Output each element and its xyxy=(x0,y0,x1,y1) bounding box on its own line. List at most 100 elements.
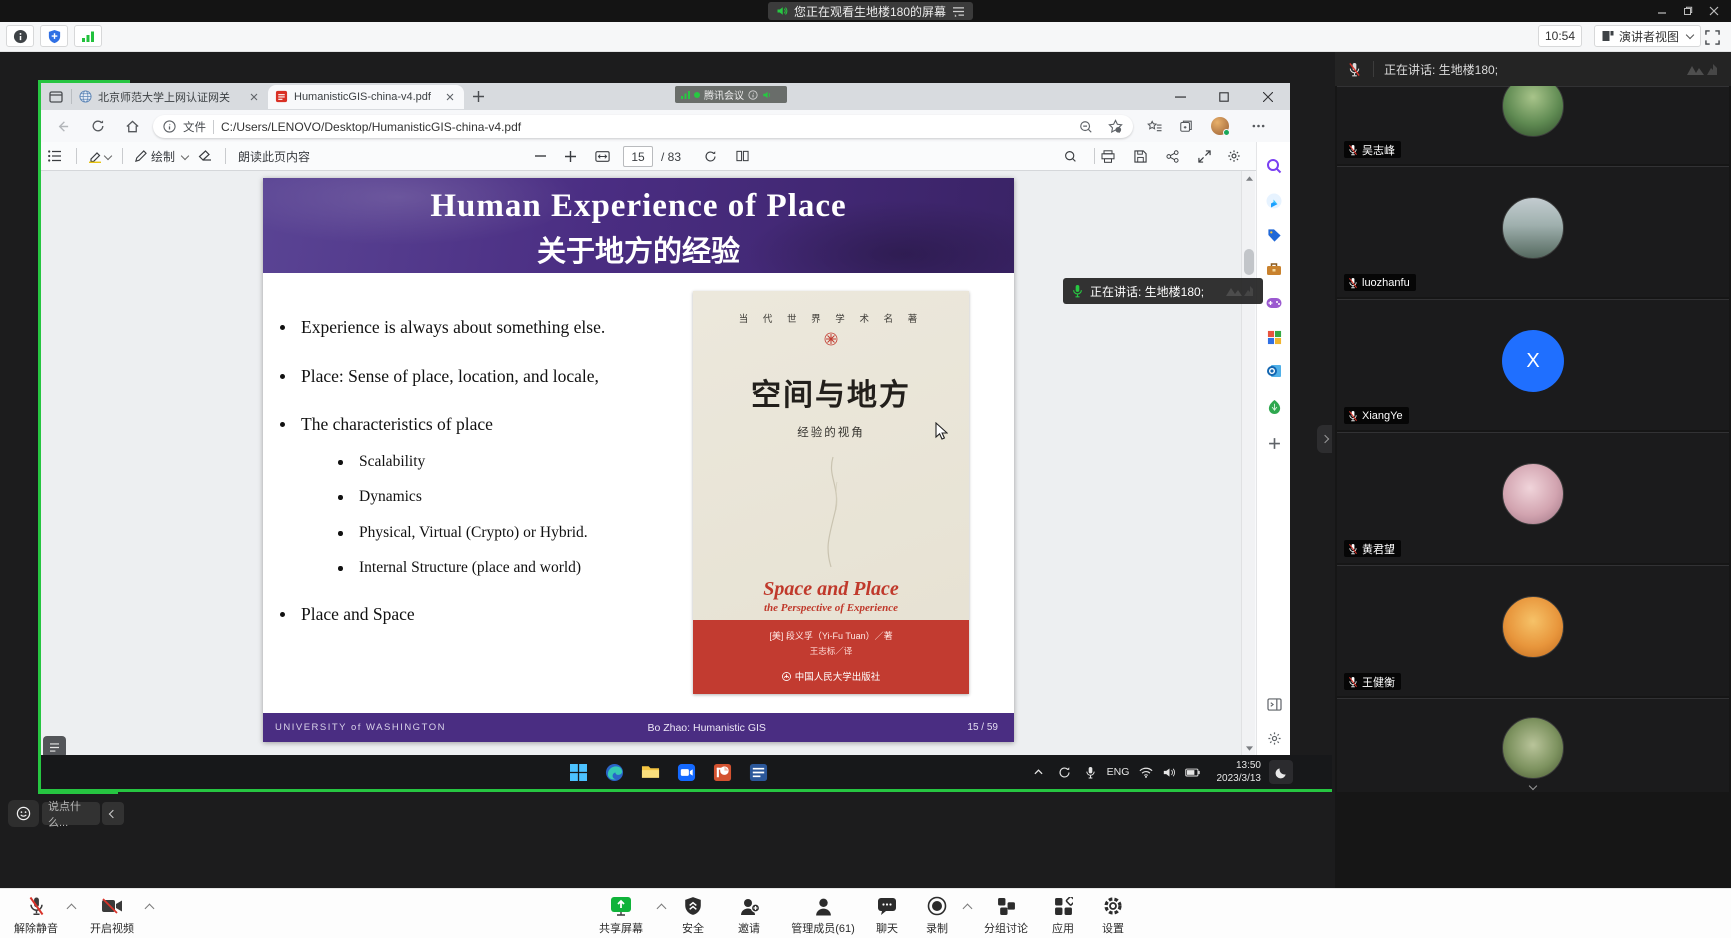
sidebar-office-icon[interactable] xyxy=(1264,327,1284,347)
sidebar-toolbox-icon[interactable] xyxy=(1264,259,1284,279)
taskbar-app-icon[interactable] xyxy=(745,759,771,785)
expand-icon[interactable] xyxy=(1191,142,1217,171)
chatbar-collapse-icon[interactable] xyxy=(102,802,124,825)
powerpoint-icon[interactable] xyxy=(709,759,735,785)
manage-members-button[interactable]: 管理成员(61) xyxy=(782,893,864,936)
banner-menu-icon[interactable] xyxy=(952,6,965,17)
view-mode-dropdown[interactable]: 演讲者视图 xyxy=(1594,25,1701,47)
watching-banner[interactable]: 您正在观看生地楼180的屏幕 xyxy=(768,2,973,20)
home-icon[interactable] xyxy=(119,113,145,139)
pdf-settings-gear-icon[interactable] xyxy=(1221,142,1247,171)
wifi-icon[interactable] xyxy=(1135,761,1157,783)
read-aloud-button[interactable]: 朗读此页内容 xyxy=(233,148,315,165)
participant-tile[interactable]: luozhanfu xyxy=(1337,166,1729,297)
taskbar-edge-icon[interactable] xyxy=(601,759,627,785)
sidebar-designer-icon[interactable] xyxy=(1264,396,1284,416)
pdf-scrollbar[interactable] xyxy=(1241,171,1255,755)
eraser-icon[interactable] xyxy=(192,150,218,162)
tab-pdf-active[interactable]: HumanisticGIS-china-v4.pdf xyxy=(268,85,464,109)
sidebar-games-icon[interactable] xyxy=(1264,293,1284,313)
tab-close-icon[interactable] xyxy=(247,90,261,104)
scroll-down-icon[interactable] xyxy=(1242,741,1256,755)
start-video-button[interactable]: 开启视频 xyxy=(84,893,140,936)
browser-maximize-icon[interactable] xyxy=(1202,83,1246,110)
start-icon[interactable] xyxy=(565,759,591,785)
chat-quick-input[interactable]: 说点什么... xyxy=(42,802,100,825)
emoji-reaction-icon[interactable] xyxy=(8,800,39,827)
tab-actions-icon[interactable] xyxy=(41,83,71,110)
pdf-document-area[interactable]: Human Experience of Place 关于地方的经验 Experi… xyxy=(41,171,1241,755)
browser-close-icon[interactable] xyxy=(1246,83,1290,110)
tray-expand-icon[interactable] xyxy=(1027,761,1049,783)
sidebar-outlook-icon[interactable] xyxy=(1264,361,1284,381)
mic-options-caret[interactable] xyxy=(67,904,77,914)
sidebar-settings-gear-icon[interactable] xyxy=(1264,728,1284,748)
share-screen-button[interactable]: 共享屏幕 xyxy=(592,893,650,936)
security-button[interactable]: 安全 xyxy=(672,893,714,936)
draw-tool[interactable]: 绘制 xyxy=(130,148,192,165)
settings-button[interactable]: 设置 xyxy=(1092,893,1134,936)
back-icon[interactable] xyxy=(49,113,75,139)
sidebar-open-panel-icon[interactable] xyxy=(1264,694,1284,714)
fit-width-icon[interactable] xyxy=(589,142,615,171)
save-icon[interactable] xyxy=(1127,142,1153,171)
annotation-toolbar-toggle-icon[interactable] xyxy=(43,736,66,755)
participant-tile[interactable]: X XiangYe xyxy=(1337,299,1729,430)
share-doc-icon[interactable] xyxy=(1159,142,1185,171)
battery-icon[interactable] xyxy=(1181,761,1203,783)
record-button[interactable]: 录制 xyxy=(916,893,958,936)
sidebar-bing-icon[interactable] xyxy=(1264,191,1284,211)
zoom-out-page-icon[interactable] xyxy=(528,142,552,171)
panel-collapse-chevron-icon[interactable] xyxy=(1317,425,1332,453)
taskbar-meeting-icon[interactable] xyxy=(673,759,699,785)
scroll-up-icon[interactable] xyxy=(1242,171,1256,185)
refresh-icon[interactable] xyxy=(85,113,111,139)
profile-avatar[interactable] xyxy=(1209,115,1231,137)
address-bar[interactable]: 文件 C:/Users/LENOVO/Desktop/HumanisticGIS… xyxy=(153,115,1133,138)
rotate-icon[interactable] xyxy=(697,142,723,171)
taskbar-clock[interactable]: 13:50 2023/3/13 xyxy=(1203,759,1261,785)
share-options-caret[interactable] xyxy=(657,904,667,914)
file-explorer-icon[interactable] xyxy=(637,759,663,785)
video-options-caret[interactable] xyxy=(145,904,155,914)
search-doc-icon[interactable] xyxy=(1057,142,1083,171)
window-minimize-icon[interactable] xyxy=(1651,3,1673,19)
zoom-in-page-icon[interactable] xyxy=(558,142,582,171)
zoom-out-icon[interactable] xyxy=(1079,120,1093,134)
page-view-icon[interactable] xyxy=(729,142,755,171)
toc-icon[interactable] xyxy=(41,150,69,162)
sidebar-search-icon[interactable] xyxy=(1264,156,1284,176)
collections-icon[interactable] xyxy=(1173,113,1199,139)
volume-icon[interactable] xyxy=(1158,761,1180,783)
more-menu-icon[interactable] xyxy=(1245,113,1271,139)
tray-mic-icon[interactable] xyxy=(1079,761,1101,783)
sidebar-shopping-tag-icon[interactable] xyxy=(1264,225,1284,245)
highlighter-icon[interactable] xyxy=(84,150,115,163)
apps-button[interactable]: 应用 xyxy=(1042,893,1084,936)
page-number-input[interactable]: 15 xyxy=(623,146,653,167)
favorite-star-icon[interactable] xyxy=(1108,119,1123,134)
window-close-icon[interactable] xyxy=(1703,3,1725,19)
tab-close-icon[interactable] xyxy=(443,90,457,104)
participant-tile[interactable]: 黄君望 xyxy=(1337,432,1729,563)
chat-button[interactable]: 聊天 xyxy=(866,893,908,936)
participant-tile[interactable]: 王健衡 xyxy=(1337,565,1729,696)
tab-bnu-gateway[interactable]: 北京师范大学上网认证网关 xyxy=(72,85,268,109)
unmute-button[interactable]: 解除静音 xyxy=(8,893,64,936)
favorites-bar-icon[interactable] xyxy=(1141,113,1167,139)
fullscreen-icon[interactable] xyxy=(1700,26,1724,48)
record-options-caret[interactable] xyxy=(963,904,973,914)
shield-icon[interactable] xyxy=(40,25,68,47)
night-mode-moon-icon[interactable] xyxy=(1269,760,1293,784)
meeting-info-icon[interactable] xyxy=(6,25,34,47)
header-reaction-icons[interactable] xyxy=(1685,62,1719,77)
language-indicator[interactable]: ENG xyxy=(1103,763,1133,781)
scrollbar-thumb[interactable] xyxy=(1244,249,1254,275)
window-restore-icon[interactable] xyxy=(1677,3,1699,19)
network-status-icon[interactable] xyxy=(74,25,102,47)
invite-button[interactable]: 邀请 xyxy=(728,893,770,936)
breakout-rooms-button[interactable]: 分组讨论 xyxy=(978,893,1034,936)
print-icon[interactable] xyxy=(1095,142,1121,171)
participants-scroll-down-icon[interactable] xyxy=(1521,778,1545,794)
new-tab-icon[interactable] xyxy=(464,83,492,110)
